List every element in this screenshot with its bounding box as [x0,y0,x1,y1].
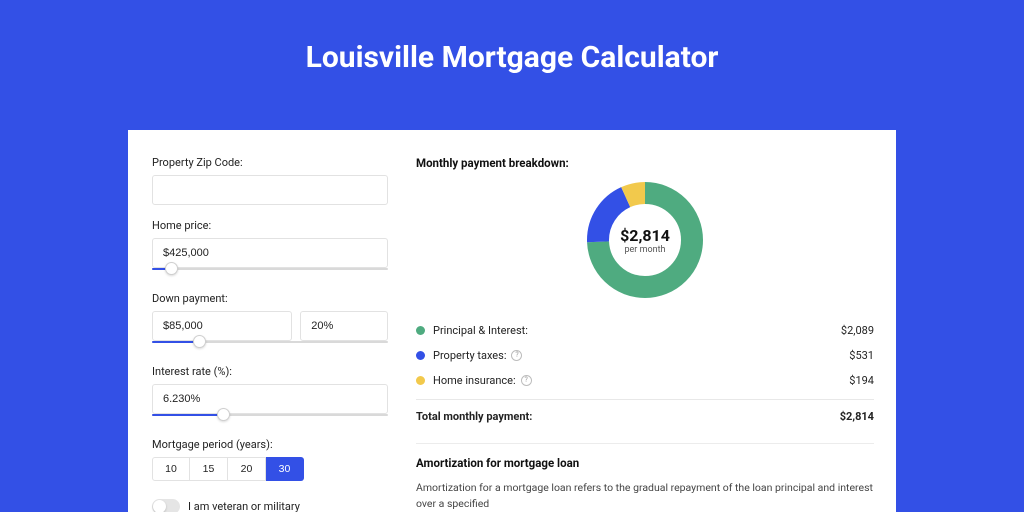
legend-value: $531 [849,349,874,362]
calculator-card: Property Zip Code: Home price: Down paym… [128,130,896,512]
slider-thumb[interactable] [193,335,206,348]
home-price-slider[interactable] [152,266,388,278]
period-option-15[interactable]: 15 [190,457,228,481]
breakdown-title: Monthly payment breakdown: [416,156,874,170]
page-title: Louisville Mortgage Calculator [0,0,1024,103]
donut-center: $2,814 per month [585,180,705,300]
legend-value: $194 [849,374,874,387]
amortization-body: Amortization for a mortgage loan refers … [416,480,874,512]
slider-thumb[interactable] [165,262,178,275]
period-group: Mortgage period (years): 10152030 [152,438,388,481]
period-option-30[interactable]: 30 [266,457,304,481]
donut-chart-wrap: $2,814 per month [416,180,874,300]
period-segmented: 10152030 [152,457,388,481]
legend-row: Property taxes:?$531 [416,343,874,368]
total-value: $2,814 [840,410,874,423]
interest-label: Interest rate (%): [152,365,388,378]
zip-input[interactable] [152,175,388,205]
period-option-10[interactable]: 10 [152,457,190,481]
zip-group: Property Zip Code: [152,156,388,205]
donut-total: $2,814 [620,226,670,245]
legend: Principal & Interest:$2,089Property taxe… [416,318,874,429]
legend-dot [416,351,425,360]
slider-thumb[interactable] [217,408,230,421]
veteran-toggle[interactable] [152,499,180,512]
legend-label: Principal & Interest: [433,324,841,337]
form-panel: Property Zip Code: Home price: Down paym… [128,130,408,512]
home-price-input[interactable] [152,238,388,268]
down-payment-pct-input[interactable] [300,311,388,341]
period-label: Mortgage period (years): [152,438,388,451]
interest-group: Interest rate (%): [152,365,388,424]
down-payment-group: Down payment: [152,292,388,351]
interest-input[interactable] [152,384,388,414]
legend-total-row: Total monthly payment:$2,814 [416,399,874,429]
legend-label: Home insurance:? [433,374,849,387]
down-payment-label: Down payment: [152,292,388,305]
home-price-label: Home price: [152,219,388,232]
page-background: Louisville Mortgage Calculator Property … [0,0,1024,512]
info-icon[interactable]: ? [521,375,532,386]
home-price-group: Home price: [152,219,388,278]
veteran-label: I am veteran or military [188,500,300,512]
legend-dot [416,376,425,385]
down-payment-input[interactable] [152,311,292,341]
interest-slider[interactable] [152,412,388,424]
donut-chart: $2,814 per month [585,180,705,300]
period-option-20[interactable]: 20 [228,457,266,481]
results-panel: Monthly payment breakdown: $2,814 per mo… [408,130,896,512]
down-payment-slider[interactable] [152,339,388,351]
donut-sub: per month [624,245,665,255]
legend-label: Property taxes:? [433,349,849,362]
zip-label: Property Zip Code: [152,156,388,169]
total-label: Total monthly payment: [416,410,840,423]
veteran-row: I am veteran or military [152,499,388,512]
amortization-title: Amortization for mortgage loan [416,456,874,470]
legend-dot [416,326,425,335]
info-icon[interactable]: ? [511,350,522,361]
legend-value: $2,089 [841,324,874,337]
divider [416,443,874,444]
legend-row: Home insurance:?$194 [416,368,874,393]
legend-row: Principal & Interest:$2,089 [416,318,874,343]
